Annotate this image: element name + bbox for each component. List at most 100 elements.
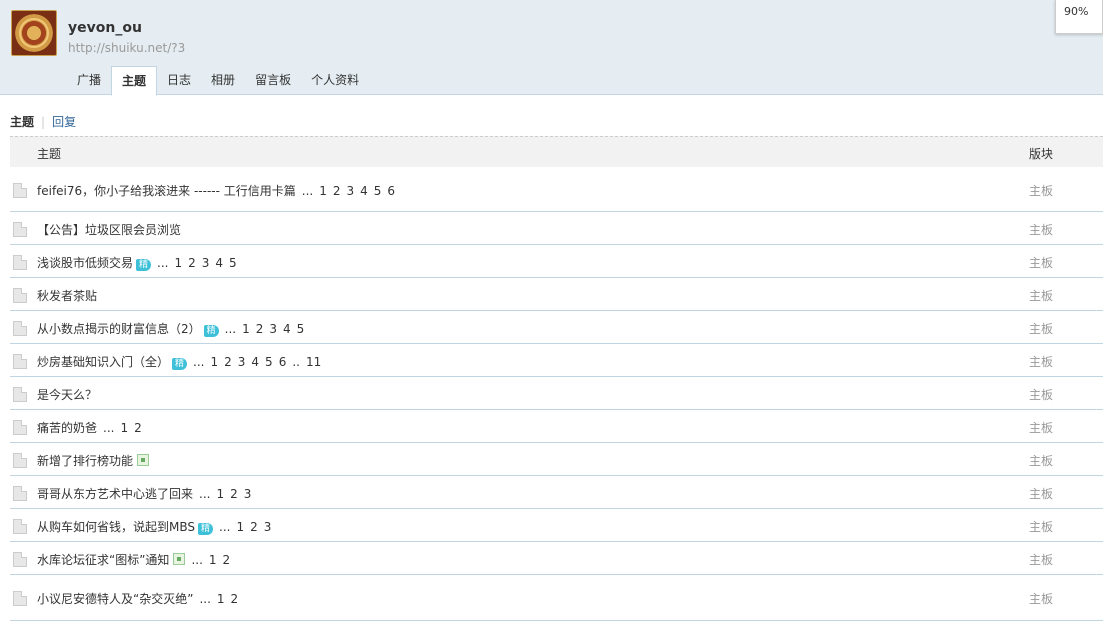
page-link[interactable]: 3 xyxy=(264,520,272,534)
topic-link[interactable]: 是今天么？ xyxy=(37,388,97,402)
table-header: 主题 版块 xyxy=(10,136,1103,167)
folder-icon xyxy=(13,486,27,501)
page-link[interactable]: 1 xyxy=(242,322,250,336)
folder-icon xyxy=(13,183,27,198)
page-link[interactable]: 1 xyxy=(217,592,225,606)
topic-link[interactable]: 水库论坛征求“图标”通知 xyxy=(37,553,169,567)
page-link[interactable]: 5 xyxy=(374,184,382,198)
page-link[interactable]: 2 xyxy=(250,520,258,534)
topic-title: 【公告】垃圾区限会员浏览 xyxy=(37,221,181,238)
page-link[interactable]: 4 xyxy=(251,355,259,369)
page-link[interactable]: 2 xyxy=(134,421,142,435)
topic-link[interactable]: 秋发者茶贴 xyxy=(37,289,97,303)
tab-1[interactable]: 主题 xyxy=(111,66,158,96)
folder-icon xyxy=(13,591,27,606)
page-link[interactable]: 4 xyxy=(360,184,368,198)
tab-5[interactable]: 个人资料 xyxy=(301,66,369,95)
page-link[interactable]: 3 xyxy=(238,355,246,369)
forum-link[interactable]: 主板 xyxy=(1029,287,1053,304)
page-link[interactable]: 1 xyxy=(319,184,327,198)
topic-link[interactable]: 【公告】垃圾区限会员浏览 xyxy=(37,223,181,237)
forum-link[interactable]: 主板 xyxy=(1029,518,1053,535)
forum-link[interactable]: 主板 xyxy=(1029,551,1053,568)
table-row: 从购车如何省钱，说起到MBS 精... 1 2 3 主板 xyxy=(10,509,1103,542)
topic-link[interactable]: 哥哥从东方艺术中心逃了回来 xyxy=(37,487,193,501)
page-link[interactable]: 4 xyxy=(215,256,223,270)
table-row: 水库论坛征求“图标”通知... 1 2 主板 xyxy=(10,542,1103,575)
page-link[interactable]: 6 xyxy=(279,355,287,369)
forum-link[interactable]: 主板 xyxy=(1029,182,1053,199)
page-link[interactable]: 2 xyxy=(230,487,238,501)
page-link[interactable]: 5 xyxy=(265,355,273,369)
page-links: ... 1 2 3 xyxy=(213,520,271,534)
page-link[interactable]: 6 xyxy=(387,184,395,198)
folder-icon xyxy=(13,552,27,567)
page-link[interactable]: 2 xyxy=(256,322,264,336)
page-link[interactable]: 3 xyxy=(347,184,355,198)
tab-3[interactable]: 相册 xyxy=(201,66,245,95)
forum-link[interactable]: 主板 xyxy=(1029,419,1053,436)
forum-link[interactable]: 主板 xyxy=(1029,221,1053,238)
table-row: 浅谈股市低频交易精... 1 2 3 4 5 主板 xyxy=(10,245,1103,278)
forum-link[interactable]: 主板 xyxy=(1029,353,1053,370)
page-link[interactable]: 1 xyxy=(174,256,182,270)
topic-link[interactable]: 从购车如何省钱，说起到MBS xyxy=(37,520,195,534)
tab-0[interactable]: 广播 xyxy=(67,66,111,95)
topic-link[interactable]: 小议尼安德特人及“杂交灭绝” xyxy=(37,592,193,606)
tab-4[interactable]: 留言板 xyxy=(245,66,301,95)
topic-link[interactable]: feifei76，你小子给我滚进来 ------ 工行信用卡篇 xyxy=(37,184,296,198)
subnav-separator: | xyxy=(41,115,46,129)
topic-link[interactable]: 新增了排行榜功能 xyxy=(37,454,133,468)
forum-link[interactable]: 主板 xyxy=(1029,485,1053,502)
digest-badge: 精 xyxy=(136,259,152,271)
page-ellipsis: ... xyxy=(224,322,237,336)
topic-title: 秋发者茶贴 xyxy=(37,287,97,304)
topic-link[interactable]: 痛苦的奶爸 xyxy=(37,421,97,435)
page-link[interactable]: 3 xyxy=(269,322,277,336)
page-ellipsis: ... xyxy=(219,520,231,534)
table-row: 是今天么？ 主板 xyxy=(10,377,1103,410)
topic-link[interactable]: 浅谈股市低频交易 xyxy=(37,256,133,270)
forum-link[interactable]: 主板 xyxy=(1029,452,1053,469)
forum-link[interactable]: 主板 xyxy=(1029,254,1053,271)
subnav-replies[interactable]: 回复 xyxy=(52,115,76,129)
image-attachment-icon xyxy=(137,454,150,466)
page-link[interactable]: 5 xyxy=(229,256,237,270)
folder-icon xyxy=(13,387,27,402)
page-link[interactable]: 1 xyxy=(120,421,128,435)
page-links: ... 1 2 3 4 5 6 xyxy=(296,184,395,198)
table-row: 秋发者茶贴 主板 xyxy=(10,278,1103,311)
username[interactable]: yevon_ou xyxy=(68,20,142,36)
folder-icon xyxy=(13,288,27,303)
page-link[interactable]: 3 xyxy=(244,487,252,501)
page-link[interactable]: 1 xyxy=(210,355,218,369)
page-link[interactable]: 2 xyxy=(188,256,196,270)
page-link[interactable]: 2 xyxy=(223,553,231,567)
table-row: 新增了排行榜功能 主板 xyxy=(10,443,1103,476)
avatar[interactable] xyxy=(11,10,57,56)
page-link[interactable]: 11 xyxy=(306,355,321,369)
page-ellipsis: ... xyxy=(193,355,205,369)
page-link[interactable]: 2 xyxy=(224,355,232,369)
page-link[interactable]: 1 xyxy=(209,553,217,567)
forum-link[interactable]: 主板 xyxy=(1029,386,1053,403)
page-link[interactable]: 5 xyxy=(297,322,305,336)
user-url[interactable]: http://shuiku.net/?3 xyxy=(68,41,185,55)
table-row: 痛苦的奶爸... 1 2 主板 xyxy=(10,410,1103,443)
forum-link[interactable]: 主板 xyxy=(1029,590,1053,607)
subnav-topics[interactable]: 主题 xyxy=(10,115,34,129)
tab-2[interactable]: 日志 xyxy=(157,66,201,95)
page-link[interactable]: 2 xyxy=(333,184,341,198)
page-links: ... 1 2 3 4 5 xyxy=(219,322,305,336)
forum-link[interactable]: 主板 xyxy=(1029,320,1053,337)
page-ellipsis: ... xyxy=(191,553,203,567)
topic-link[interactable]: 炒房基础知识入门（全） xyxy=(37,355,169,369)
page-link[interactable]: 2 xyxy=(231,592,239,606)
page-link[interactable]: 3 xyxy=(202,256,210,270)
digest-badge: 精 xyxy=(203,325,219,337)
topic-link[interactable]: 从小数点揭示的财富信息（2） xyxy=(37,322,201,336)
page-link[interactable]: 1 xyxy=(216,487,224,501)
page-link[interactable]: 4 xyxy=(283,322,291,336)
topic-title: 是今天么？ xyxy=(37,386,97,403)
page-link[interactable]: 1 xyxy=(236,520,244,534)
